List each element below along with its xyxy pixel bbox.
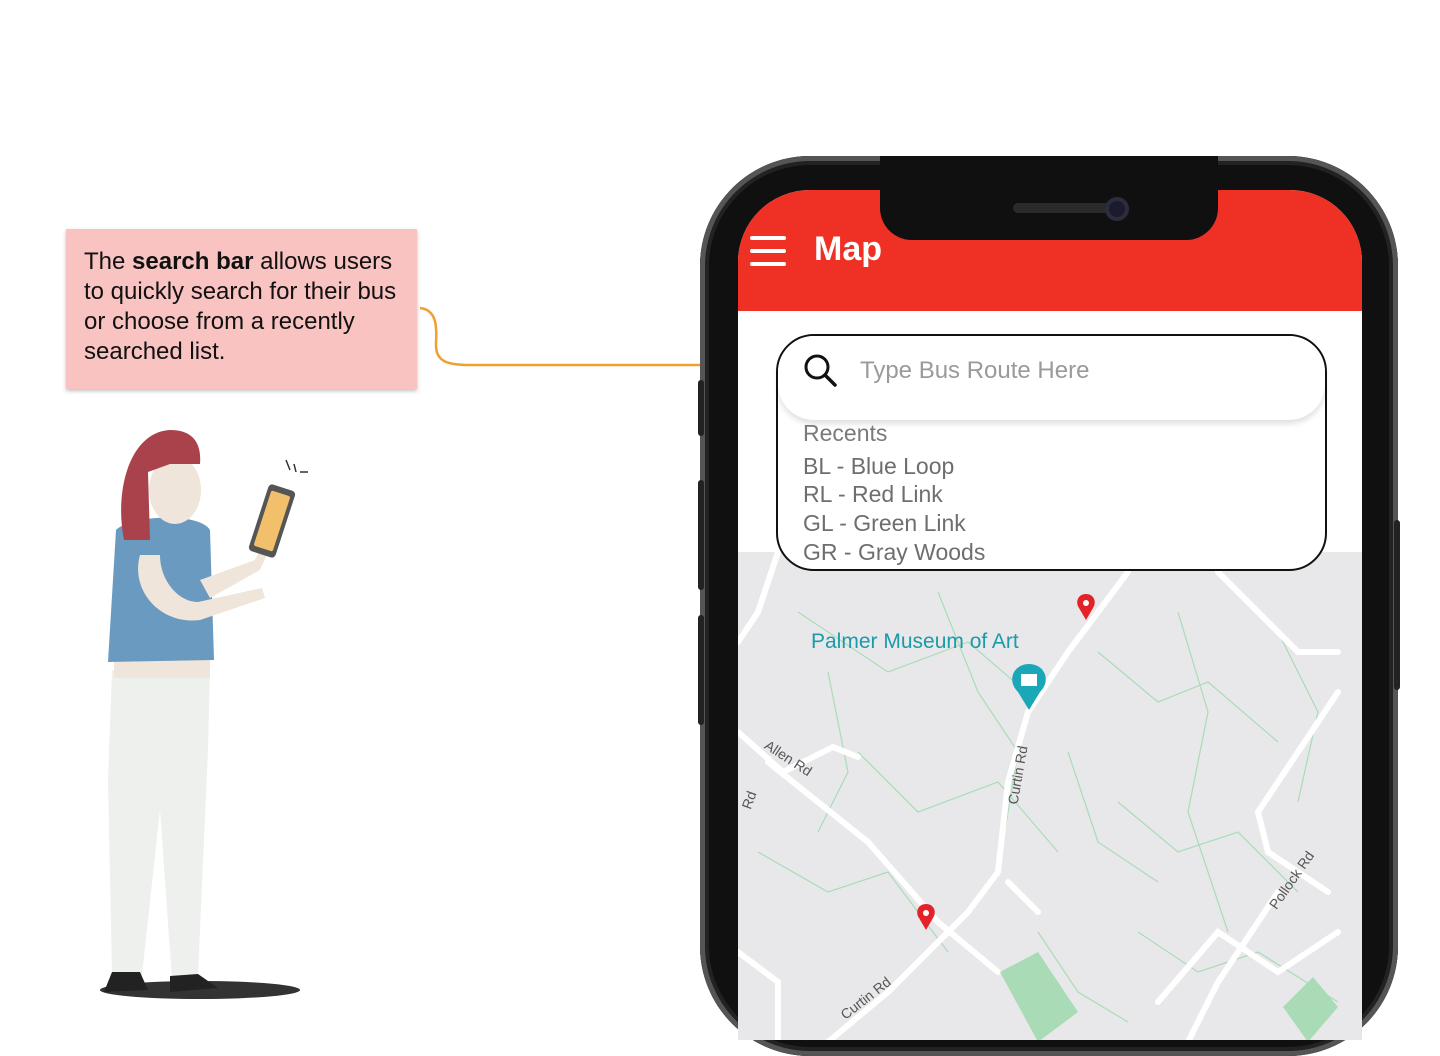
recent-item[interactable]: GR - Gray Woods [803, 539, 985, 566]
search-icon[interactable] [800, 350, 840, 390]
phone-screen: Map Palmer Museum of Art Allen Rd Curtin… [738, 190, 1362, 1040]
phone-camera [1105, 197, 1129, 221]
page-title: Map [814, 230, 882, 268]
map-canvas[interactable] [738, 549, 1362, 1040]
person-illustration [100, 430, 308, 999]
recent-item[interactable]: RL - Red Link [803, 481, 943, 508]
map-view[interactable]: Palmer Museum of Art Allen Rd Curtin Rd … [738, 549, 1362, 1040]
phone-volume-down [698, 615, 704, 725]
recent-item[interactable]: GL - Green Link [803, 510, 966, 537]
menu-icon[interactable] [750, 236, 786, 266]
search-dropdown: Recents BL - Blue Loop RL - Red Link GL … [776, 334, 1327, 571]
search-bar[interactable] [778, 336, 1325, 420]
phone-side-button [698, 380, 704, 436]
phone-volume-up [698, 480, 704, 590]
recent-item[interactable]: BL - Blue Loop [803, 453, 954, 480]
phone-power-button [1394, 520, 1400, 690]
search-input[interactable] [858, 350, 1282, 392]
recents-heading: Recents [803, 420, 888, 446]
phone-speaker [1013, 203, 1117, 213]
phone-notch [880, 156, 1218, 240]
poi-label[interactable]: Palmer Museum of Art [811, 630, 1019, 654]
